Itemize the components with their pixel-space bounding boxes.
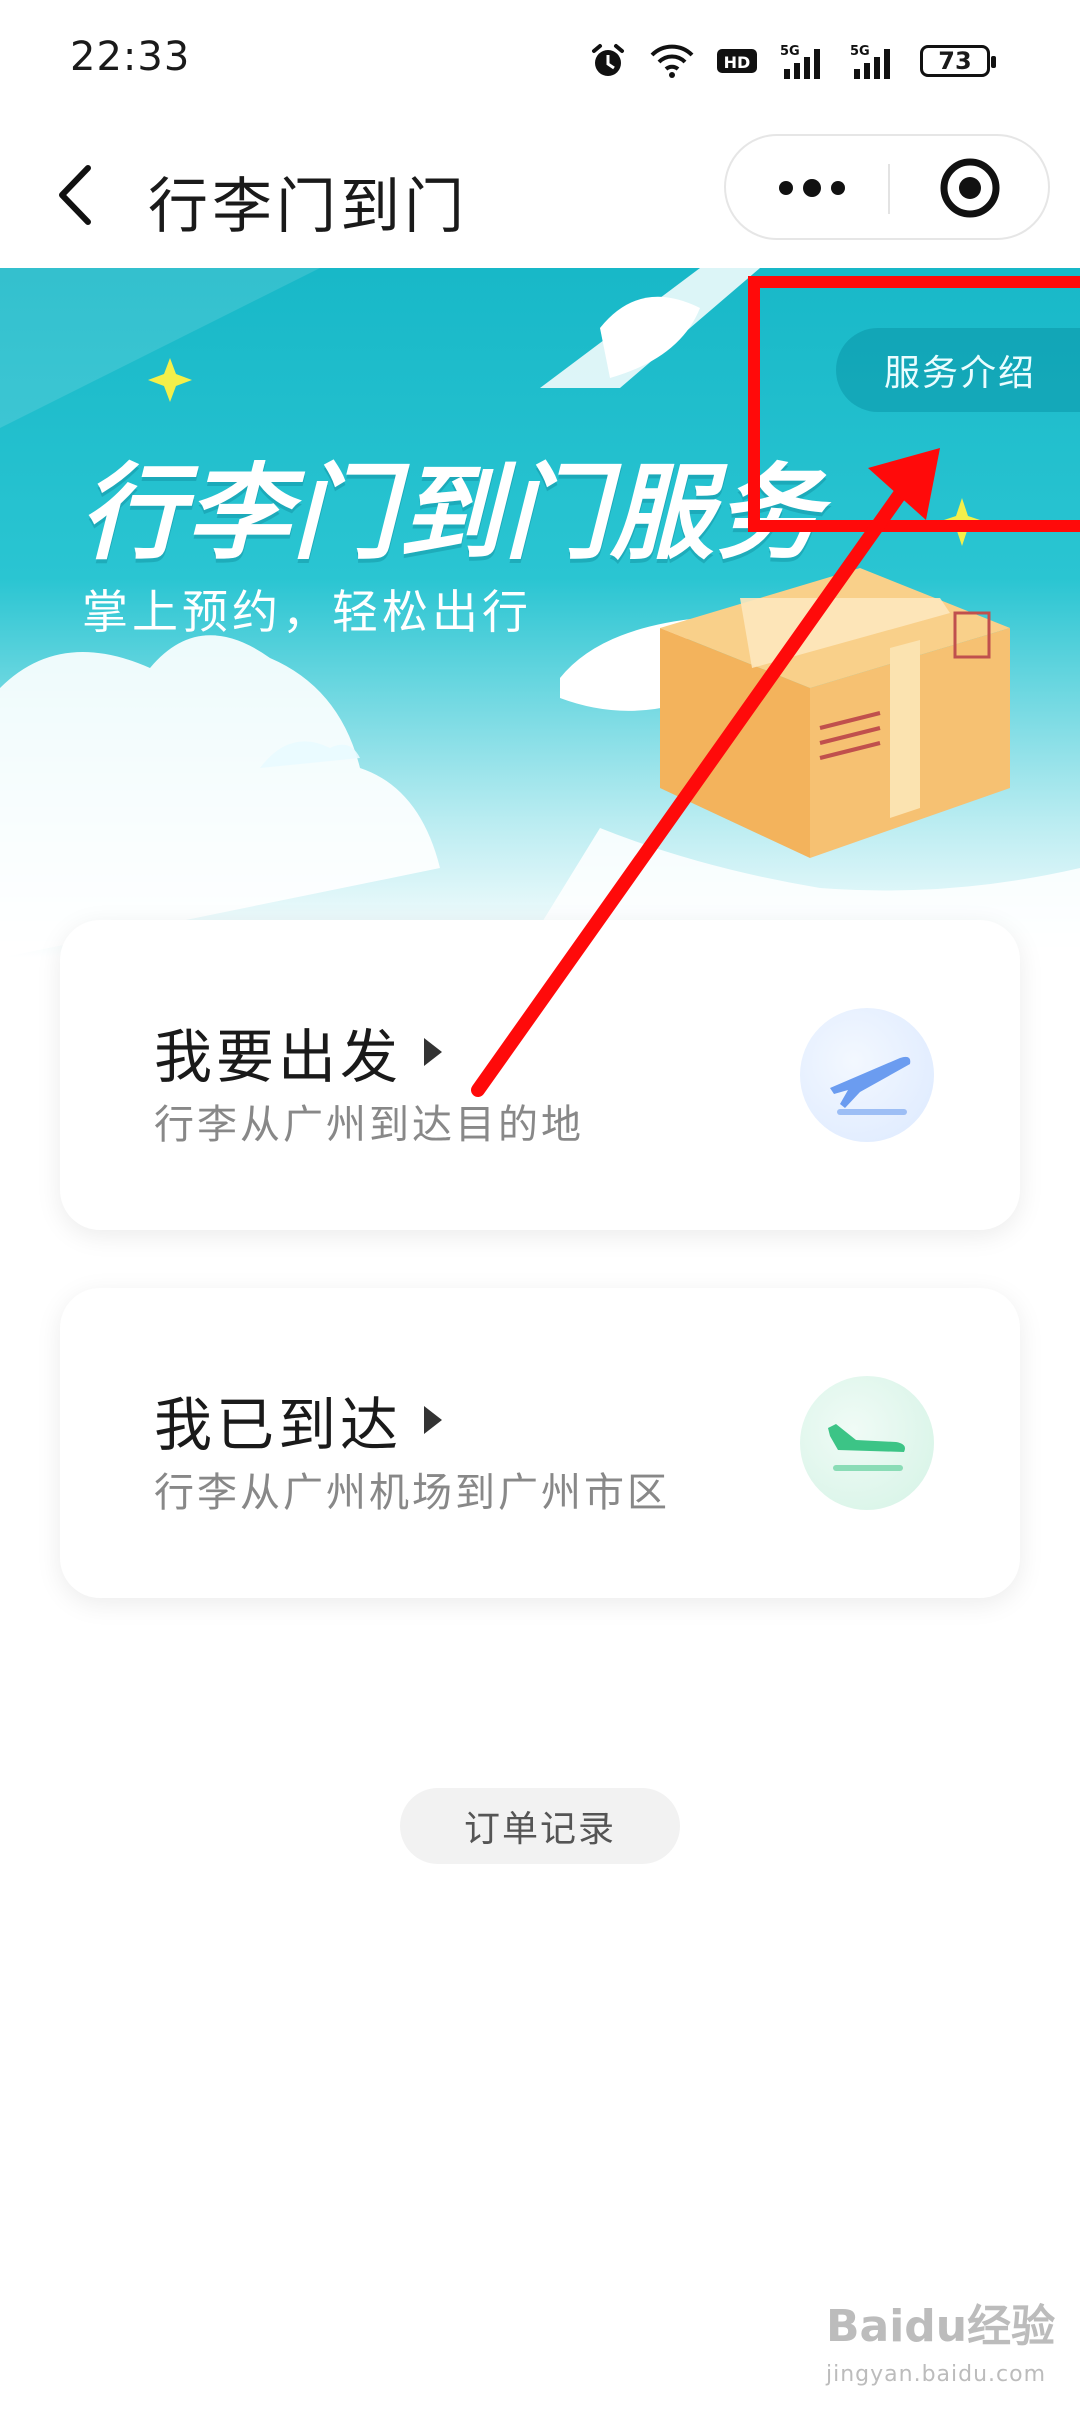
hd-icon: HD [717, 49, 757, 73]
battery-level: 73 [938, 47, 972, 75]
battery-icon: 73 [920, 45, 996, 77]
order-records-button[interactable]: 订单记录 [400, 1788, 680, 1864]
play-triangle-icon [424, 1038, 443, 1066]
plane-landing-icon [800, 1376, 934, 1510]
play-triangle-icon [424, 1406, 443, 1434]
annotation-highlight-box [748, 276, 1080, 532]
plane-takeoff-icon [800, 1008, 934, 1142]
target-icon[interactable] [938, 156, 1002, 220]
signal-5g-icon: 5G [850, 44, 890, 79]
departure-desc: 行李从广州到达目的地 [154, 1102, 584, 1148]
svg-text:5G: 5G [780, 44, 800, 59]
card-title: 我要出发 [154, 1010, 443, 1094]
card-title: 我已到达 [154, 1378, 443, 1462]
hero-banner: 行李门到门服务 掌上预约，轻松出行 服务介绍 [0, 268, 1080, 958]
arrival-card[interactable]: 我已到达 行李从广州机场到广州市区 [60, 1288, 1020, 1598]
watermark-url: jingyan.baidu.com [826, 2362, 1047, 2387]
back-arrow-icon[interactable] [48, 160, 108, 230]
arrival-desc: 行李从广州机场到广州市区 [154, 1470, 670, 1516]
status-bar: 22:33 HD 5G 5G 73 [0, 0, 1080, 120]
signal-5g-icon: 5G [780, 44, 820, 79]
svg-text:5G: 5G [850, 44, 870, 59]
banner-title: 行李门到门服务 [80, 452, 823, 574]
page-title: 行李门到门 [148, 172, 468, 242]
status-icons: HD 5G 5G 73 [588, 38, 996, 84]
mini-program-capsule [724, 134, 1050, 240]
svg-text:HD: HD [724, 53, 751, 72]
departure-card[interactable]: 我要出发 行李从广州到达目的地 [60, 920, 1020, 1230]
banner-subtitle: 掌上预约，轻松出行 [82, 585, 532, 639]
more-dots-icon[interactable] [772, 166, 852, 210]
alarm-icon [592, 44, 624, 76]
watermark-logo: Baidu经验 [826, 2301, 1056, 2352]
status-time: 22:33 [70, 34, 191, 80]
departure-title: 我要出发 [154, 1023, 403, 1091]
nav-bar: 行李门到门 [0, 120, 1080, 270]
capsule-divider [888, 164, 890, 214]
wifi-icon [650, 44, 694, 78]
arrival-title: 我已到达 [154, 1391, 403, 1459]
